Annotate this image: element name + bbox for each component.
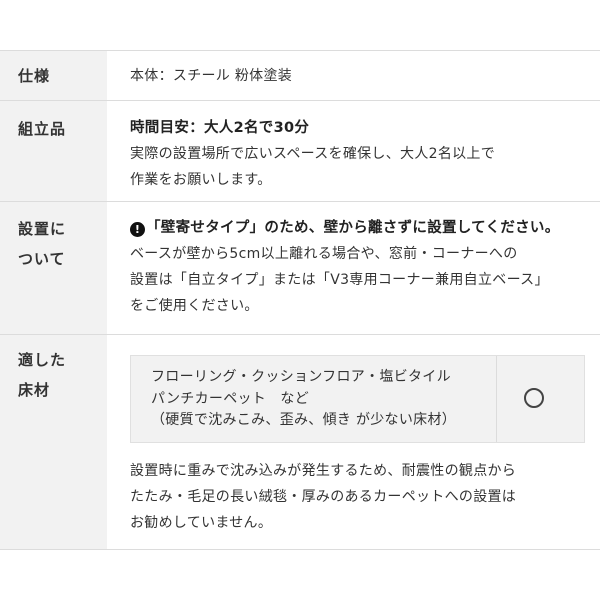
floor-label-line: 床材 <box>18 381 51 399</box>
install-warning-text: 「壁寄せタイプ」のため、壁から離さずに設置してください。 <box>146 220 560 236</box>
assembly-label-cell: 組立品 <box>0 101 107 202</box>
install-row: 設置に ついて ! 「壁寄せタイプ」のため、壁から離さずに設置してください。 ベー… <box>0 201 600 335</box>
assembly-note-line: 実際の設置場所で広いスペースを確保し、大人2名以上で <box>130 146 496 162</box>
spec-label-cell: 仕様 <box>0 51 107 101</box>
floor-material-line: フローリング・クッションフロア・塩ビタイル <box>151 369 451 385</box>
install-label-line: ついて <box>18 250 66 268</box>
floor-note: 設置時に重みで沈み込みが発生するため、耐震性の観点から たたみ・毛足の長い絨毯・… <box>130 458 516 536</box>
install-note-line: をご使用ください。 <box>130 298 259 314</box>
floor-material-box: フローリング・クッションフロア・塩ビタイル パンチカーペット など （硬質で沈み… <box>130 355 585 443</box>
spec-row: 仕様 本体：スチール 粉体塗装 <box>0 50 600 101</box>
floor-note-line: たたみ・毛足の長い絨毯・厚みのあるカーペットへの設置は <box>130 489 517 505</box>
assembly-content: 時間目安：大人2名で30分 実際の設置場所で広いスペースを確保し、大人2名以上で… <box>130 115 590 193</box>
install-content: ! 「壁寄せタイプ」のため、壁から離さずに設置してください。 ベースが壁から5cm… <box>130 215 590 319</box>
floor-label: 適した 床材 <box>18 345 66 405</box>
exclamation-circle-icon: ! <box>130 222 145 237</box>
floor-box-divider <box>496 356 497 442</box>
assembly-row: 組立品 時間目安：大人2名で30分 実際の設置場所で広いスペースを確保し、大人2… <box>0 100 600 202</box>
install-note-line: 設置は「自立タイプ」または「V3専用コーナー兼用自立ベース」 <box>130 272 549 288</box>
floor-label-cell: 適した 床材 <box>0 335 107 549</box>
install-note-line: ベースが壁から5cm以上離れる場合や、窓前・コーナーへの <box>130 246 518 262</box>
floor-material-line: パンチカーペット など <box>151 390 309 407</box>
floor-material-line: （硬質で沈みこみ、歪み、傾き が少ない床材） <box>151 412 457 428</box>
install-warning: ! 「壁寄せタイプ」のため、壁から離さずに設置してください。 <box>130 215 590 241</box>
install-label: 設置に ついて <box>18 214 66 274</box>
spec-label: 仕様 <box>18 67 51 85</box>
floor-label-line: 適した <box>18 351 67 369</box>
spec-content: 本体：スチール 粉体塗装 <box>130 63 590 89</box>
install-label-cell: 設置に ついて <box>0 202 107 335</box>
assembly-note-line: 作業をお願いします。 <box>130 172 272 188</box>
assembly-time-estimate: 時間目安：大人2名で30分 <box>130 120 310 136</box>
floor-row: 適した 床材 フローリング・クッションフロア・塩ビタイル パンチカーペット など… <box>0 334 600 550</box>
install-label-line: 設置に <box>18 220 67 238</box>
spec-value: 本体：スチール 粉体塗装 <box>130 68 293 84</box>
floor-note-line: お勧めしていません。 <box>130 515 273 531</box>
circle-icon <box>524 388 544 408</box>
floor-note-line: 設置時に重みで沈み込みが発生するため、耐震性の観点から <box>130 463 517 479</box>
floor-material-list: フローリング・クッションフロア・塩ビタイル パンチカーペット など （硬質で沈み… <box>151 367 456 432</box>
assembly-label: 組立品 <box>18 120 67 138</box>
